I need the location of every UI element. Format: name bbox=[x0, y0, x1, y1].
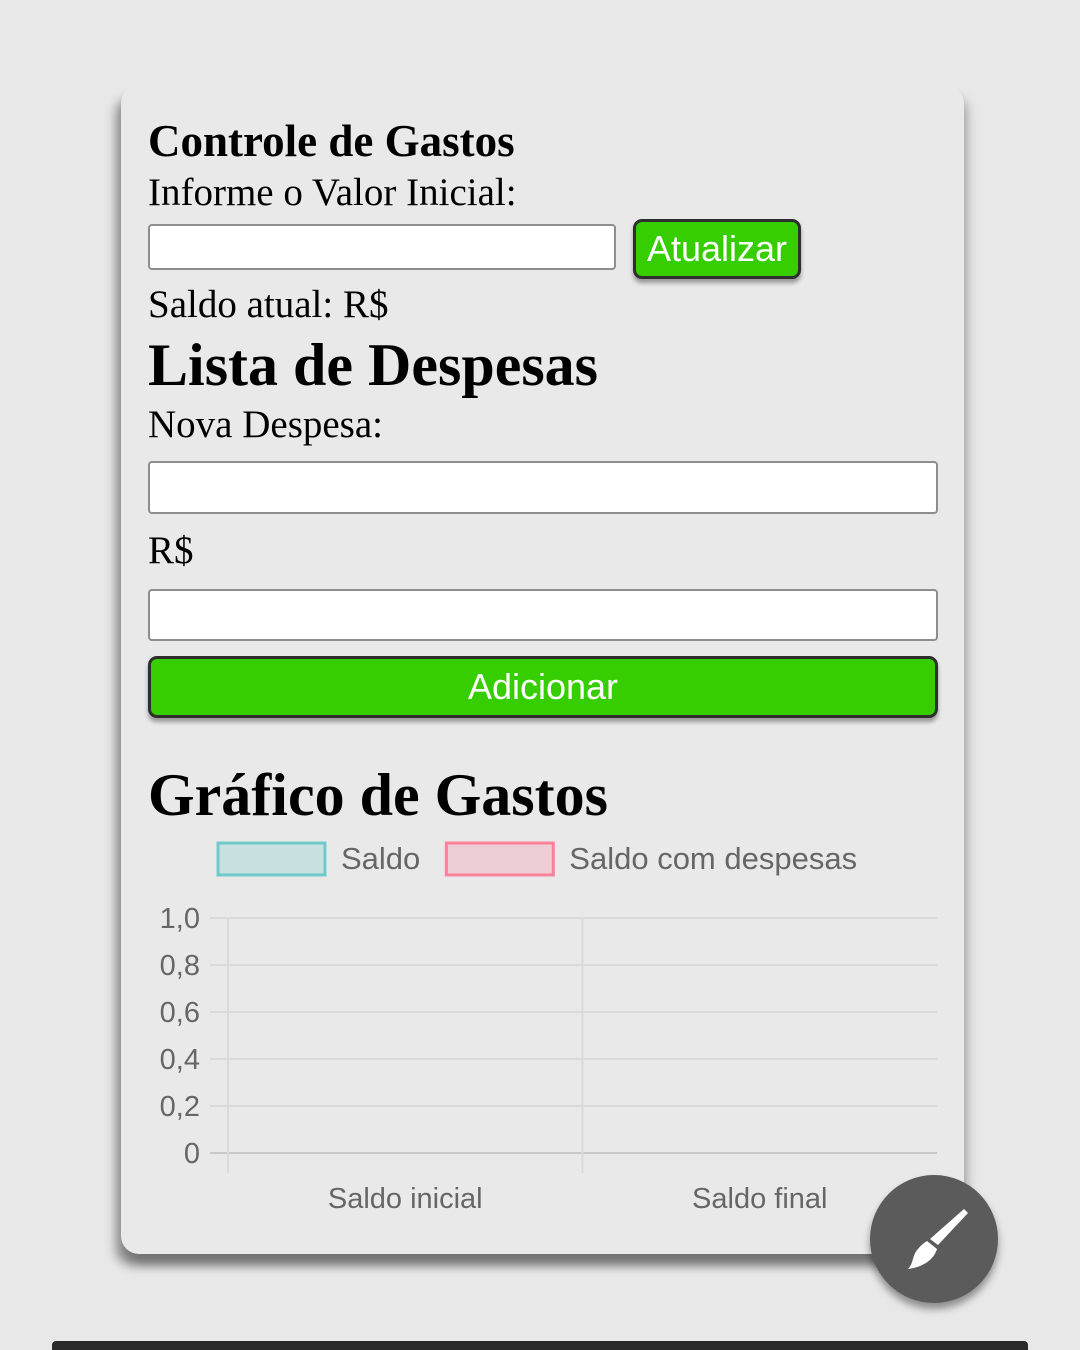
expense-card: Controle de Gastos Informe o Valor Inici… bbox=[121, 85, 964, 1254]
current-balance-text: Saldo atual: R$ bbox=[148, 283, 389, 326]
page-title: Controle de Gastos bbox=[148, 116, 515, 166]
legend-swatch-2[interactable] bbox=[444, 841, 555, 877]
legend-swatch-1[interactable] bbox=[216, 841, 327, 877]
bottom-bar bbox=[52, 1341, 1028, 1350]
expense-amount-input[interactable] bbox=[148, 589, 938, 641]
y-tick-label: 0 bbox=[184, 1138, 200, 1170]
theme-brush-button[interactable] bbox=[870, 1175, 998, 1303]
brush-icon bbox=[908, 1209, 968, 1269]
initial-value-input[interactable] bbox=[148, 224, 616, 270]
legend-label-1[interactable]: Saldo bbox=[341, 841, 420, 876]
update-button[interactable]: Atualizar bbox=[633, 219, 801, 279]
add-expense-button[interactable]: Adicionar bbox=[148, 656, 938, 718]
y-tick-label: 0,6 bbox=[160, 997, 200, 1029]
new-expense-label: Nova Despesa: bbox=[148, 403, 384, 446]
y-tick-label: 0,2 bbox=[160, 1091, 200, 1123]
x-tick-label: Saldo final bbox=[692, 1183, 827, 1215]
y-tick-label: 1,0 bbox=[160, 903, 200, 935]
chart-title: Gráfico de Gastos bbox=[148, 762, 608, 828]
expense-chart: Saldo Saldo com despesas 0 0,2 0,4 0,6 0,8 1,0 S… bbox=[160, 841, 937, 1215]
expense-description-input[interactable] bbox=[148, 461, 938, 514]
y-tick-label: 0,8 bbox=[160, 950, 200, 982]
legend-label-2[interactable]: Saldo com despesas bbox=[569, 841, 857, 876]
y-tick-label: 0,4 bbox=[160, 1044, 200, 1076]
initial-value-label: Informe o Valor Inicial: bbox=[148, 171, 517, 214]
x-tick-label: Saldo inicial bbox=[328, 1183, 483, 1215]
expense-list-title: Lista de Despesas bbox=[148, 332, 599, 398]
currency-label: R$ bbox=[148, 529, 194, 572]
